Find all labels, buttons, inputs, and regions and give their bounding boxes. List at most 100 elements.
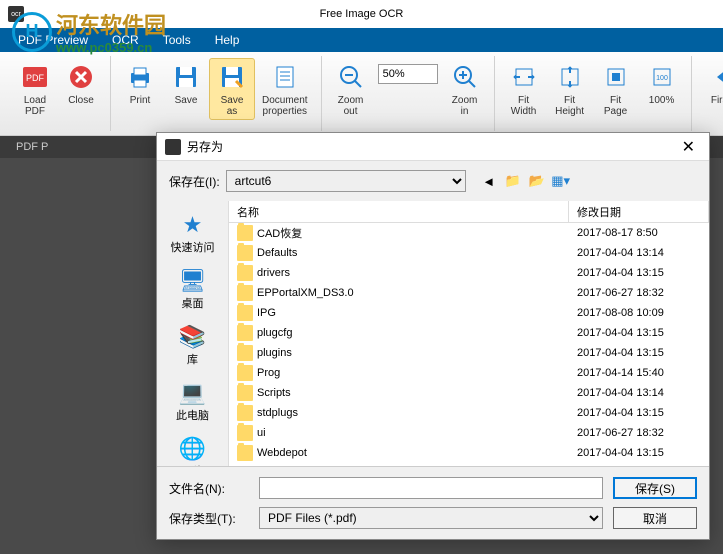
folder-icon bbox=[237, 265, 253, 281]
fit-width-button[interactable]: FitWidth bbox=[501, 58, 547, 120]
menubar: PDF Preview OCR Tools Help bbox=[0, 28, 723, 52]
file-date: 2017-06-27 18:32 bbox=[569, 287, 709, 299]
menu-tools[interactable]: Tools bbox=[151, 33, 203, 47]
100pct-icon: 100 bbox=[646, 61, 678, 93]
file-date: 2017-04-14 15:40 bbox=[569, 367, 709, 379]
app-icon: ocr bbox=[8, 6, 24, 22]
save-as-icon bbox=[216, 61, 248, 93]
first-icon bbox=[705, 61, 723, 93]
100pct-button[interactable]: 100 100% bbox=[639, 58, 685, 120]
view-menu-icon[interactable]: ▦▾ bbox=[552, 172, 570, 190]
load-pdf-button[interactable]: PDF LoadPDF bbox=[12, 58, 58, 120]
file-row[interactable]: stdplugs2017-04-04 13:15 bbox=[229, 403, 709, 423]
folder-icon bbox=[237, 365, 253, 381]
file-name: ui bbox=[257, 427, 569, 439]
col-date[interactable]: 修改日期 bbox=[569, 201, 709, 222]
star-icon: ★ bbox=[177, 211, 209, 239]
menu-help[interactable]: Help bbox=[203, 33, 252, 47]
zoom-in-button[interactable]: Zoomin bbox=[442, 58, 488, 120]
fit-height-icon bbox=[554, 61, 586, 93]
folder-icon bbox=[237, 225, 253, 241]
file-date: 2017-04-04 13:15 bbox=[569, 447, 709, 459]
print-button[interactable]: Print bbox=[117, 58, 163, 120]
file-row[interactable]: Scripts2017-04-04 13:14 bbox=[229, 383, 709, 403]
titlebar: ocr Free Image OCR bbox=[0, 0, 723, 28]
fit-page-button[interactable]: FitPage bbox=[593, 58, 639, 120]
filename-input[interactable] bbox=[259, 477, 603, 499]
folder-icon bbox=[237, 385, 253, 401]
save-as-button[interactable]: Saveas bbox=[209, 58, 255, 120]
file-row[interactable]: Defaults2017-04-04 13:14 bbox=[229, 243, 709, 263]
doc-properties-button[interactable]: Documentproperties bbox=[255, 58, 315, 120]
folder-icon bbox=[237, 285, 253, 301]
file-name: CAD恢复 bbox=[257, 225, 569, 241]
tab-pdf[interactable]: PDF P bbox=[8, 141, 56, 153]
file-row[interactable]: Prog2017-04-14 15:40 bbox=[229, 363, 709, 383]
file-row[interactable]: IPG2017-08-08 10:09 bbox=[229, 303, 709, 323]
file-row[interactable]: plugcfg2017-04-04 13:15 bbox=[229, 323, 709, 343]
file-name: Prog bbox=[257, 367, 569, 379]
file-name: Webdepot bbox=[257, 447, 569, 459]
file-row[interactable]: ui2017-06-27 18:32 bbox=[229, 423, 709, 443]
file-row[interactable]: Webdepot2017-04-04 13:15 bbox=[229, 443, 709, 463]
new-folder-icon[interactable]: 📂 bbox=[528, 172, 546, 190]
dialog-toolbar: 保存在(I): artcut6 ◄ 📁 📂 ▦▾ bbox=[157, 161, 709, 201]
file-row[interactable]: plugins2017-04-04 13:15 bbox=[229, 343, 709, 363]
menu-ocr[interactable]: OCR bbox=[100, 33, 151, 47]
file-name: stdplugs bbox=[257, 407, 569, 419]
cancel-button[interactable]: 取消 bbox=[613, 507, 697, 529]
filetype-select[interactable]: PDF Files (*.pdf) bbox=[259, 507, 603, 529]
dialog-close-button[interactable]: ✕ bbox=[676, 137, 701, 157]
file-name: Scripts bbox=[257, 387, 569, 399]
place-computer[interactable]: 💻 此电脑 bbox=[172, 375, 213, 427]
place-library[interactable]: 📚 库 bbox=[173, 319, 213, 371]
close-button[interactable]: Close bbox=[58, 58, 104, 120]
file-date: 2017-04-04 13:15 bbox=[569, 407, 709, 419]
place-network[interactable]: 🌐 网络 bbox=[173, 431, 213, 466]
file-name: drivers bbox=[257, 267, 569, 279]
folder-icon bbox=[237, 425, 253, 441]
file-date: 2017-06-27 18:32 bbox=[569, 427, 709, 439]
zoom-out-icon bbox=[335, 61, 367, 93]
fit-height-button[interactable]: FitHeight bbox=[547, 58, 593, 120]
folder-icon bbox=[237, 325, 253, 341]
svg-text:PDF: PDF bbox=[26, 73, 45, 83]
place-desktop[interactable]: 🖥 桌面 bbox=[173, 263, 213, 315]
save-button[interactable]: 保存(S) bbox=[613, 477, 697, 499]
back-icon[interactable]: ◄ bbox=[480, 172, 498, 190]
dialog-footer: 文件名(N): 保存(S) 保存类型(T): PDF Files (*.pdf)… bbox=[157, 466, 709, 539]
zoom-out-button[interactable]: Zoomout bbox=[328, 58, 374, 120]
save-icon bbox=[170, 61, 202, 93]
place-quick-access[interactable]: ★ 快速访问 bbox=[167, 207, 219, 259]
zoom-input[interactable] bbox=[378, 64, 438, 84]
folder-icon bbox=[237, 445, 253, 461]
dialog-title-text: 另存为 bbox=[187, 138, 223, 155]
file-date: 2017-04-04 13:15 bbox=[569, 267, 709, 279]
col-name[interactable]: 名称 bbox=[229, 201, 569, 222]
desktop-icon: 🖥 bbox=[177, 267, 209, 295]
fit-width-icon bbox=[508, 61, 540, 93]
print-icon bbox=[124, 61, 156, 93]
file-row[interactable]: EPPortalXM_DS3.02017-06-27 18:32 bbox=[229, 283, 709, 303]
file-date: 2017-04-04 13:15 bbox=[569, 327, 709, 339]
save-in-label: 保存在(I): bbox=[169, 173, 220, 190]
save-as-dialog: 另存为 ✕ 保存在(I): artcut6 ◄ 📁 📂 ▦▾ ★ 快速访问 🖥 … bbox=[156, 132, 710, 540]
file-date: 2017-04-04 13:14 bbox=[569, 387, 709, 399]
filetype-label: 保存类型(T): bbox=[169, 510, 249, 527]
menu-pdf-preview[interactable]: PDF Preview bbox=[6, 33, 100, 47]
pdf-icon: PDF bbox=[19, 61, 51, 93]
file-list-header: 名称 修改日期 bbox=[229, 201, 709, 223]
save-button[interactable]: Save bbox=[163, 58, 209, 120]
up-folder-icon[interactable]: 📁 bbox=[504, 172, 522, 190]
ribbon: PDF LoadPDF Close Print Save Saveas bbox=[0, 52, 723, 136]
file-row[interactable]: CAD恢复2017-08-17 8:50 bbox=[229, 223, 709, 243]
first-button[interactable]: First bbox=[698, 58, 723, 120]
save-in-select[interactable]: artcut6 bbox=[226, 170, 466, 192]
file-row[interactable]: drivers2017-04-04 13:15 bbox=[229, 263, 709, 283]
file-name: plugins bbox=[257, 347, 569, 359]
dialog-icon bbox=[165, 139, 181, 155]
file-list: 名称 修改日期 CAD恢复2017-08-17 8:50Defaults2017… bbox=[229, 201, 709, 466]
file-name: EPPortalXM_DS3.0 bbox=[257, 287, 569, 299]
folder-icon bbox=[237, 305, 253, 321]
zoom-in-icon bbox=[449, 61, 481, 93]
